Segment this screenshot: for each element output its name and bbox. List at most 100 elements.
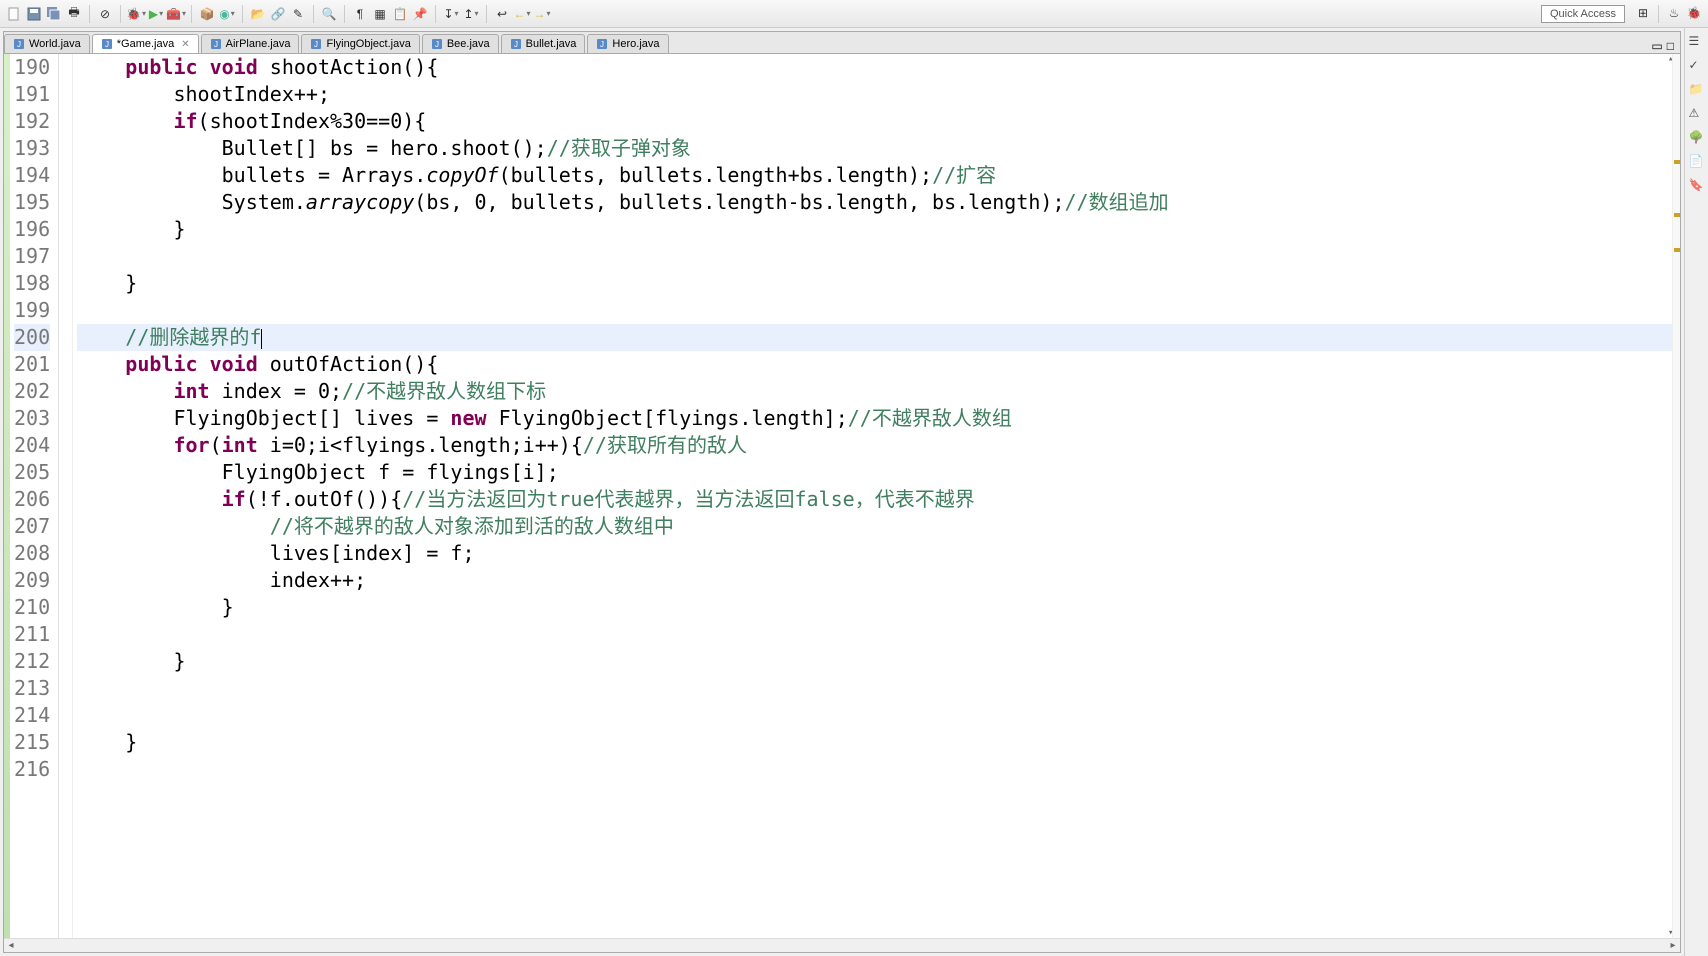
back-icon[interactable]: ← [514,6,530,22]
code-line[interactable]: //将不越界的敌人对象添加到活的敌人数组中 [77,513,1672,540]
separator [435,5,436,23]
edit-icon[interactable]: ✎ [290,6,306,22]
code-line[interactable]: FlyingObject[] lives = new FlyingObject[… [77,405,1672,432]
separator [120,5,121,23]
line-number: 204 [14,432,50,459]
perspective-switcher: ⊞ ♨ 🐞 [1635,5,1702,23]
line-number: 201 [14,351,50,378]
code-line[interactable]: Bullet[] bs = hero.shoot();//获取子弹对象 [77,135,1672,162]
debug-icon[interactable]: 🐞 [128,6,144,22]
line-number: 194 [14,162,50,189]
package-explorer-icon[interactable]: 📁 [1689,82,1705,98]
new-package-icon[interactable]: 📦 [199,6,215,22]
overview-ruler[interactable] [1672,54,1680,938]
debug-perspective-icon[interactable]: 🐞 [1686,5,1702,21]
problems-view-icon[interactable]: ⚠ [1689,106,1705,122]
code-line[interactable]: int index = 0;//不越界敌人数组下标 [77,378,1672,405]
code-line[interactable]: } [77,270,1672,297]
svg-text:J: J [17,40,21,49]
line-number: 197 [14,243,50,270]
editor-tab[interactable]: JBullet.java [501,34,586,53]
line-number: 214 [14,702,50,729]
toggle-mark-icon[interactable]: ¶ [352,6,368,22]
editor-tab[interactable]: JAirPlane.java [201,34,300,53]
code-line[interactable]: } [77,594,1672,621]
code-line[interactable] [77,297,1672,324]
editor-tab[interactable]: J*Game.java✕ [92,34,199,53]
code-line[interactable]: public void shootAction(){ [77,54,1672,81]
code-line[interactable] [77,756,1672,783]
next-annotation-icon[interactable]: ↧ [443,6,459,22]
open-type-icon[interactable]: 📂 [250,6,266,22]
skip-breakpoints-icon[interactable]: ⊘ [97,6,113,22]
svg-text:J: J [600,40,604,49]
line-number: 210 [14,594,50,621]
link-icon[interactable]: 🔗 [270,6,286,22]
maximize-icon[interactable]: □ [1667,39,1674,53]
line-number: 190 [14,54,50,81]
templates-icon[interactable]: 📄 [1689,154,1705,170]
new-icon[interactable] [6,6,22,22]
svg-text:J: J [105,40,109,49]
java-perspective-icon[interactable]: ♨ [1666,5,1682,21]
editor-tab[interactable]: JBee.java [422,34,499,53]
code-line[interactable]: shootIndex++; [77,81,1672,108]
code-line[interactable]: System.arraycopy(bs, 0, bullets, bullets… [77,189,1672,216]
code-line[interactable]: for(int i=0;i<flyings.length;i++){//获取所有… [77,432,1672,459]
code-line[interactable]: if(!f.outOf()){//当方法返回为true代表越界，当方法返回fal… [77,486,1672,513]
code-line[interactable]: lives[index] = f; [77,540,1672,567]
line-number: 212 [14,648,50,675]
scroll-left-icon[interactable]: ◂ [4,940,18,951]
run-icon[interactable]: ▶ [148,6,164,22]
editor-tab[interactable]: JFlyingObject.java [301,34,419,53]
code-line[interactable]: index++; [77,567,1672,594]
editor-tab[interactable]: JWorld.java [4,34,90,53]
separator [344,5,345,23]
outline-view-icon[interactable]: ☰ [1689,34,1705,50]
scroll-right-icon[interactable]: ▸ [1666,940,1680,951]
show-ws-icon[interactable]: 📋 [392,6,408,22]
quick-access-input[interactable]: Quick Access [1541,5,1625,23]
right-view-stack: ☰ ✓ 📁 ⚠ 🌳 📄 🔖 [1684,28,1708,956]
line-number: 208 [14,540,50,567]
code-line[interactable]: FlyingObject f = flyings[i]; [77,459,1672,486]
save-icon[interactable] [26,6,42,22]
prev-annotation-icon[interactable]: ↥ [463,6,479,22]
code-line[interactable]: public void outOfAction(){ [77,351,1672,378]
code-line[interactable]: //删除越界的f [77,324,1672,351]
pin-icon[interactable]: 📌 [412,6,428,22]
search-icon[interactable]: 🔍 [321,6,337,22]
tab-label: Bullet.java [526,38,577,50]
bookmarks-icon[interactable]: 🔖 [1689,178,1705,194]
code-line[interactable]: if(shootIndex%30==0){ [77,108,1672,135]
horizontal-scroll[interactable]: ◂ ▸ [4,938,1680,952]
editor-body[interactable]: 1901911921931941951961971981992002012022… [4,54,1680,938]
tab-label: FlyingObject.java [326,38,410,50]
ext-tools-icon[interactable]: 🧰 [168,6,184,22]
line-number: 203 [14,405,50,432]
code-line[interactable] [77,702,1672,729]
code-line[interactable]: } [77,216,1672,243]
line-number: 196 [14,216,50,243]
task-list-icon[interactable]: ✓ [1689,58,1705,74]
save-all-icon[interactable] [46,6,62,22]
line-number: 215 [14,729,50,756]
code-line[interactable] [77,675,1672,702]
separator [89,5,90,23]
minimize-icon[interactable]: ▭ [1651,39,1662,53]
last-edit-icon[interactable]: ↩ [494,6,510,22]
print-icon[interactable]: 🖶 [66,6,82,22]
new-class-icon[interactable]: ◉ [219,6,235,22]
close-icon[interactable]: ✕ [181,39,189,50]
code-line[interactable]: } [77,648,1672,675]
code-line[interactable] [77,621,1672,648]
code-area[interactable]: public void shootAction(){ shootIndex++;… [73,54,1672,938]
code-line[interactable] [77,243,1672,270]
code-line[interactable]: } [77,729,1672,756]
code-line[interactable]: bullets = Arrays.copyOf(bullets, bullets… [77,162,1672,189]
forward-icon[interactable]: → [534,6,550,22]
type-hierarchy-icon[interactable]: 🌳 [1689,130,1705,146]
editor-tab[interactable]: JHero.java [587,34,668,53]
open-perspective-icon[interactable]: ⊞ [1635,5,1651,21]
toggle-block-icon[interactable]: ▦ [372,6,388,22]
